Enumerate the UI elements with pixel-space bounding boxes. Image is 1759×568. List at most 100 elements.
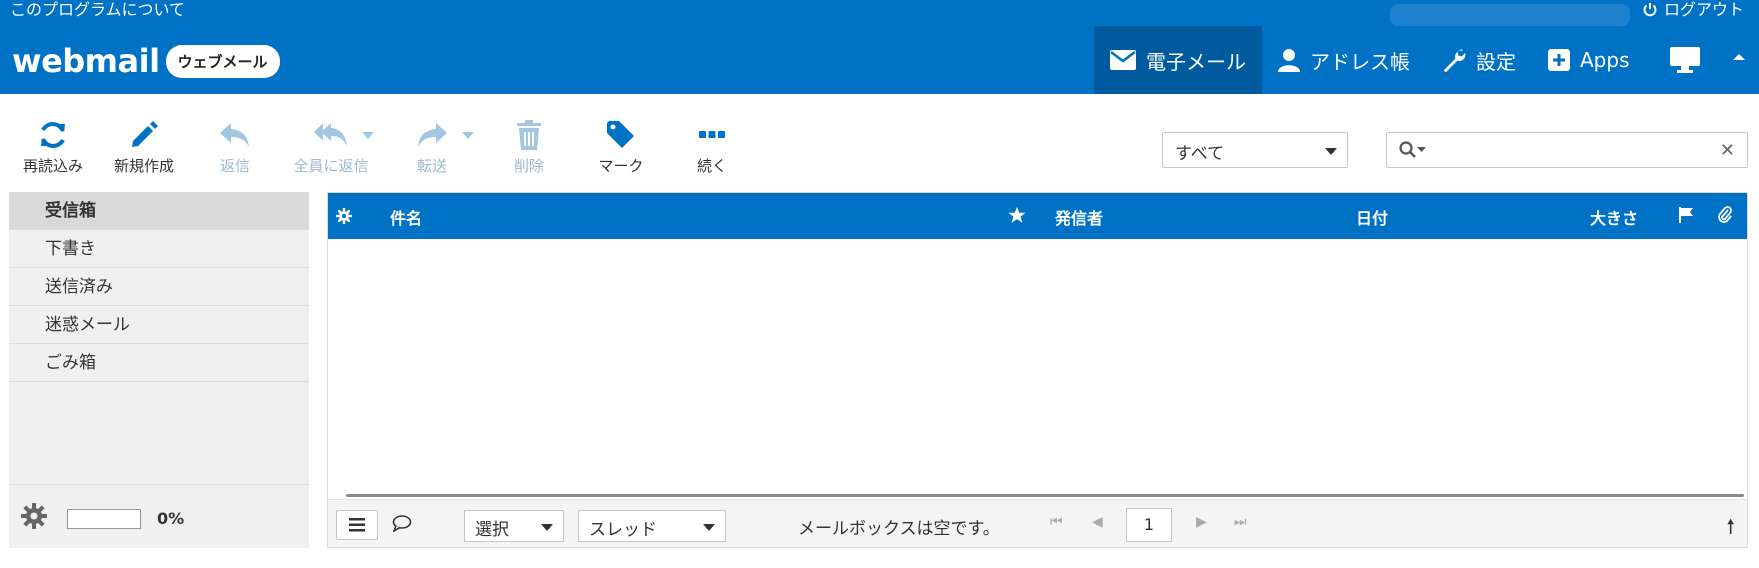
- nav-contacts-label: アドレス帳: [1310, 49, 1410, 74]
- refresh-button[interactable]: 再読込み: [8, 118, 98, 176]
- previous-page-icon[interactable]: ◀: [1092, 514, 1103, 530]
- logo[interactable]: webmail ウェブメール: [12, 42, 280, 80]
- reply-all-dropdown-icon[interactable]: [362, 132, 374, 140]
- more-button[interactable]: 続く: [667, 118, 757, 176]
- select-dropdown[interactable]: 選択: [464, 510, 564, 542]
- reply-button[interactable]: 返信: [190, 118, 280, 176]
- nav-desktop[interactable]: [1646, 26, 1716, 94]
- envelope-icon: [1110, 50, 1136, 70]
- nav-contacts[interactable]: アドレス帳: [1262, 26, 1426, 94]
- gear-icon[interactable]: [336, 208, 352, 224]
- threads-dropdown[interactable]: スレッド: [578, 510, 726, 542]
- about-link[interactable]: このプログラムについて: [10, 0, 185, 20]
- nav-settings[interactable]: 設定: [1426, 26, 1532, 94]
- menu-icon: [349, 518, 365, 532]
- nav-apps-label: Apps: [1580, 48, 1630, 72]
- folder-label: 送信済み: [45, 277, 113, 297]
- more-dots-icon: [699, 131, 725, 138]
- comment-icon[interactable]: [392, 514, 412, 532]
- logo-text: webmail: [12, 42, 160, 80]
- folder-inbox[interactable]: 受信箱: [9, 192, 309, 230]
- refresh-icon: [41, 122, 65, 148]
- filter-selected-value: すべて: [1175, 144, 1225, 164]
- nav-mail-label: 電子メール: [1146, 49, 1246, 74]
- forward-label: 転送: [416, 157, 447, 175]
- message-list-header: 件名 発信者 日付 大きさ: [328, 193, 1747, 239]
- chevron-up-icon[interactable]: [1733, 52, 1745, 60]
- tag-icon: [607, 121, 634, 148]
- nav-settings-label: 設定: [1476, 49, 1516, 74]
- search-box: ✕: [1386, 132, 1748, 168]
- power-icon: [1643, 3, 1657, 17]
- next-page-icon[interactable]: ▶: [1196, 514, 1207, 530]
- star-icon[interactable]: [1008, 206, 1026, 224]
- logout-button[interactable]: ログアウト: [1642, 0, 1744, 20]
- main-nav: 電子メール アドレス帳 設定 Apps: [1094, 26, 1716, 94]
- status-message: メールボックスは空です。: [798, 519, 1000, 539]
- select-dropdown-label: 選択: [475, 520, 509, 540]
- gear-icon[interactable]: [21, 503, 47, 529]
- forward-icon: [418, 123, 447, 147]
- paperclip-icon[interactable]: [1718, 206, 1732, 224]
- chevron-down-icon: [541, 524, 553, 531]
- logout-label: ログアウト: [1664, 0, 1745, 19]
- folder-junk[interactable]: 迷惑メール: [9, 306, 309, 344]
- reply-all-icon: [314, 123, 347, 146]
- wrench-icon: [1444, 49, 1466, 72]
- mark-button[interactable]: マーク: [576, 118, 666, 176]
- reply-all-button[interactable]: 全員に返信: [286, 118, 376, 176]
- message-list: 件名 発信者 日付 大きさ 選択 スレッド メールボックスは空です。 ⏮ ◀ 1…: [327, 192, 1748, 548]
- monitor-icon: [1669, 47, 1700, 73]
- chevron-down-icon: [703, 524, 715, 531]
- delete-label: 削除: [513, 157, 544, 175]
- pencil-icon: [132, 121, 158, 147]
- username-display: [1390, 4, 1630, 26]
- last-page-icon[interactable]: ⏭: [1234, 514, 1247, 530]
- forward-button[interactable]: 転送: [387, 118, 477, 176]
- filter-select[interactable]: すべて: [1162, 132, 1348, 168]
- folder-sent[interactable]: 送信済み: [9, 268, 309, 306]
- column-date[interactable]: 日付: [1356, 205, 1388, 229]
- folder-list-footer: 0%: [9, 484, 309, 548]
- list-options-button[interactable]: [336, 510, 378, 540]
- folder-list: 受信箱 下書き 送信済み 迷惑メール ごみ箱 0%: [9, 192, 309, 548]
- flag-icon[interactable]: [1678, 207, 1694, 223]
- compose-label: 新規作成: [113, 157, 174, 175]
- folder-label: ごみ箱: [45, 353, 96, 373]
- delete-button[interactable]: 削除: [484, 118, 574, 176]
- threads-dropdown-label: スレッド: [589, 520, 657, 540]
- nav-mail[interactable]: 電子メール: [1094, 26, 1262, 94]
- message-list-footer: 選択 スレッド メールボックスは空です。 ⏮ ◀ 1 ▶ ⏭ 🠕: [328, 499, 1747, 547]
- horizontal-scrollbar[interactable]: [346, 494, 1744, 497]
- search-options-icon[interactable]: [1399, 141, 1427, 159]
- reply-icon: [220, 123, 249, 147]
- forward-dropdown-icon[interactable]: [462, 132, 474, 140]
- compose-button[interactable]: 新規作成: [99, 118, 189, 176]
- column-subject[interactable]: 件名: [390, 205, 422, 229]
- mark-label: マーク: [598, 157, 644, 175]
- top-header: このプログラムについて ログアウト webmail ウェブメール 電子メール ア…: [0, 0, 1759, 94]
- column-size[interactable]: 大きさ: [1590, 205, 1638, 229]
- folder-label: 受信箱: [45, 201, 96, 221]
- reply-label: 返信: [219, 157, 250, 175]
- first-page-icon[interactable]: ⏮: [1050, 514, 1063, 530]
- trash-icon: [517, 120, 541, 150]
- logo-badge: ウェブメール: [165, 44, 280, 78]
- folder-trash[interactable]: ごみ箱: [9, 344, 309, 382]
- page-number-input[interactable]: 1: [1126, 508, 1172, 542]
- quota-text: 0%: [157, 509, 185, 528]
- user-icon: [1278, 49, 1300, 72]
- reply-all-label: 全員に返信: [293, 157, 369, 175]
- chevron-down-icon: [1325, 148, 1337, 155]
- folder-drafts[interactable]: 下書き: [9, 230, 309, 268]
- folder-label: 下書き: [45, 239, 96, 259]
- plus-square-icon: [1548, 49, 1570, 71]
- column-from[interactable]: 発信者: [1055, 205, 1103, 229]
- nav-apps[interactable]: Apps: [1532, 26, 1646, 94]
- more-label: 続く: [696, 157, 727, 175]
- arrow-up-icon[interactable]: 🠕: [1726, 512, 1735, 546]
- quota-bar: [67, 509, 141, 529]
- search-input[interactable]: [1437, 139, 1697, 161]
- close-icon[interactable]: ✕: [1720, 140, 1735, 161]
- folder-label: 迷惑メール: [45, 315, 130, 335]
